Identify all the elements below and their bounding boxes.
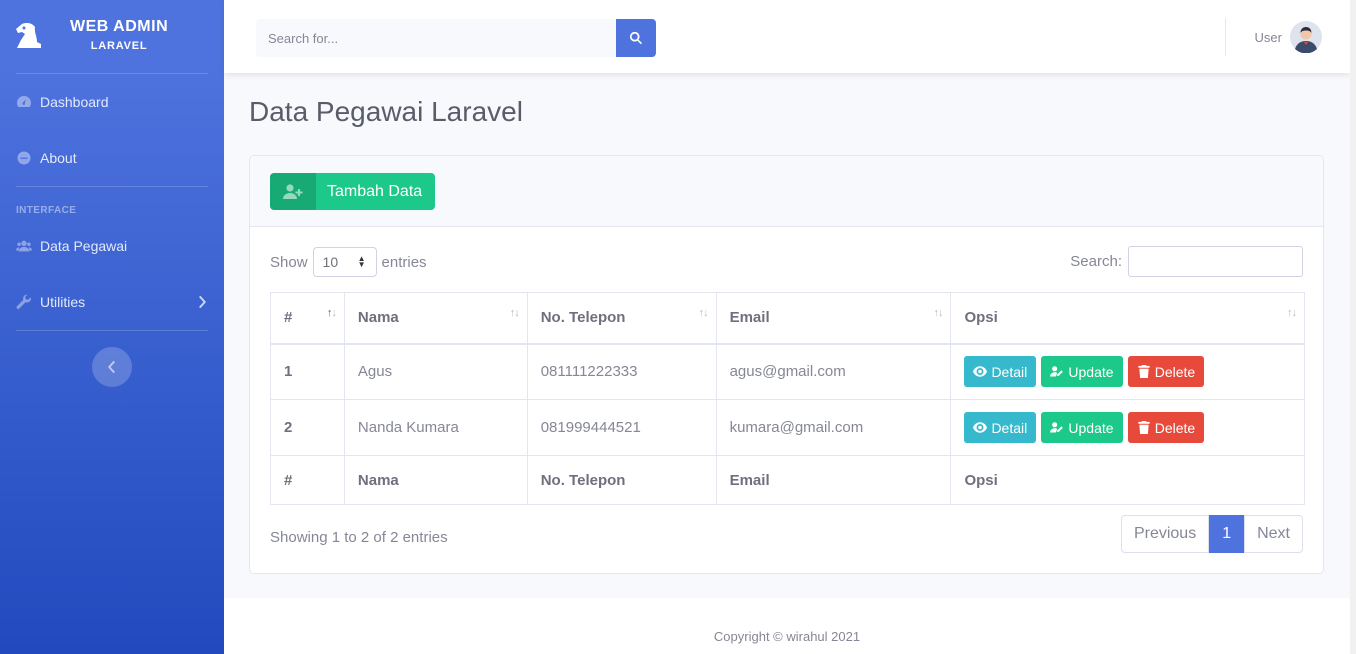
next-page-button[interactable]: Next — [1244, 515, 1303, 553]
cell-number: 1 — [270, 343, 345, 400]
sidebar-brand[interactable]: WEB ADMIN LARAVEL — [0, 0, 224, 70]
update-button[interactable]: Update — [1041, 356, 1123, 388]
page-title: Data Pegawai Laravel — [249, 96, 523, 127]
table-row: 2 Nanda Kumara 081999444521 kumara@gmail… — [270, 399, 1305, 456]
detail-button[interactable]: Detail — [964, 356, 1037, 388]
sidebar-item-label: Utilities — [40, 294, 86, 310]
length-control: Show 10 ▲ ▼ entries — [270, 247, 427, 277]
detail-button[interactable]: Detail — [964, 412, 1037, 443]
sidebar-item-utilities[interactable]: Utilities — [16, 294, 208, 310]
sidebar-divider — [16, 73, 208, 74]
column-header-nama[interactable]: Nama ↑↓ — [343, 292, 528, 345]
delete-button[interactable]: Delete — [1127, 412, 1205, 443]
delete-button[interactable]: Delete — [1127, 356, 1205, 388]
sort-icon: ↑↓ — [1287, 307, 1297, 319]
sidebar-toggle-button[interactable] — [92, 347, 132, 387]
column-header-email[interactable]: Email ↑↓ — [715, 292, 952, 345]
sidebar-item-label: Dashboard — [40, 94, 109, 110]
sidebar-heading: INTERFACE — [16, 205, 77, 216]
footer-header-opsi: Opsi — [950, 455, 1305, 505]
column-header-number[interactable]: # ↑↓ — [270, 292, 345, 345]
brand-title: WEB ADMIN — [70, 18, 169, 35]
add-data-label: Tambah Data — [327, 182, 423, 200]
column-header-opsi[interactable]: Opsi ↑↓ — [950, 292, 1305, 345]
table-header-row: # ↑↓ Nama ↑↓ No. Telepon ↑↓ Email ↑↓ Opsi ↑↓ — [270, 292, 1305, 345]
table-footer-row: # Nama No. Telepon Email Opsi — [270, 455, 1305, 505]
sidebar-divider — [16, 186, 208, 187]
table-search-input[interactable] — [1128, 246, 1303, 277]
search-button[interactable] — [616, 19, 656, 57]
pagination: Previous 1 Next — [1120, 515, 1303, 553]
eye-icon — [973, 422, 988, 433]
user-dropdown[interactable]: User — [1255, 21, 1322, 53]
entries-select-value: 10 — [322, 254, 339, 270]
footer-header-nama: Nama — [343, 455, 528, 505]
cell-email: agus@gmail.com — [715, 343, 952, 400]
window-scrollbar[interactable] — [1350, 0, 1356, 654]
user-edit-icon — [1050, 422, 1064, 433]
footer-header-telepon: No. Telepon — [526, 455, 717, 505]
user-plus-icon — [283, 183, 303, 199]
chevron-right-icon — [199, 296, 206, 308]
users-icon — [16, 240, 32, 252]
chevron-left-icon — [108, 361, 115, 373]
length-show-label: Show — [270, 253, 308, 271]
footer-header-email: Email — [715, 455, 952, 505]
sidebar: WEB ADMIN LARAVEL Dashboard About INTERF… — [0, 0, 224, 654]
footer: Copyright © wirahul 2021 — [224, 598, 1350, 654]
table-info: Showing 1 to 2 of 2 entries — [270, 529, 448, 546]
add-data-button[interactable]: Tambah Data — [270, 173, 436, 210]
avatar — [1290, 21, 1322, 53]
search-input[interactable] — [256, 19, 616, 57]
knight-chess-icon — [16, 23, 41, 48]
sort-icon: ↑↓ — [698, 307, 709, 319]
column-header-telepon[interactable]: No. Telepon ↑↓ — [526, 292, 717, 345]
sidebar-item-label: About — [40, 150, 77, 166]
sidebar-item-about[interactable]: About — [16, 150, 208, 166]
sidebar-item-label: Data Pegawai — [40, 238, 128, 254]
sidebar-divider — [16, 330, 208, 331]
sidebar-item-data-pegawai[interactable]: Data Pegawai — [16, 238, 208, 254]
card-header: Tambah Data — [250, 156, 1323, 227]
cell-telepon: 081111222333 — [526, 343, 717, 400]
eye-icon — [973, 366, 988, 377]
sort-icon: ↑↓ — [509, 307, 520, 319]
cell-nama: Agus — [343, 343, 528, 400]
filter-label: Search: — [1070, 253, 1122, 270]
topbar-divider — [1225, 18, 1226, 56]
update-button[interactable]: Update — [1041, 412, 1123, 443]
cell-number: 2 — [270, 399, 345, 456]
data-card: Tambah Data Show 10 ▲ ▼ entries Search: #… — [249, 155, 1324, 574]
user-edit-icon — [1050, 366, 1064, 377]
trash-icon — [1138, 421, 1150, 434]
length-entries-label: entries — [381, 253, 427, 271]
select-arrow-icon: ▲ ▼ — [357, 254, 366, 269]
entries-select[interactable]: 10 ▲ ▼ — [312, 247, 377, 277]
table-row: 1 Agus 081111222333 agus@gmail.com Detai… — [270, 343, 1305, 400]
table-filter: Search: — [1070, 246, 1303, 277]
data-table: # ↑↓ Nama ↑↓ No. Telepon ↑↓ Email ↑↓ Opsi ↑↓ … — [270, 292, 1305, 505]
cell-email: kumara@gmail.com — [715, 399, 952, 456]
cell-telepon: 081999444521 — [526, 399, 717, 456]
trash-icon — [1138, 365, 1150, 379]
cell-opsi: Detail Update Delete — [950, 399, 1305, 456]
previous-page-button[interactable]: Previous — [1120, 515, 1210, 553]
wrench-icon — [16, 294, 31, 309]
sidebar-item-dashboard[interactable]: Dashboard — [16, 94, 208, 110]
copyright-text: Copyright © wirahul 2021 — [713, 629, 861, 644]
user-name: User — [1254, 29, 1282, 45]
smile-icon — [17, 151, 31, 165]
cell-nama: Nanda Kumara — [343, 399, 528, 456]
brand-subtitle: LARAVEL — [90, 40, 148, 52]
sort-icon: ↑↓ — [326, 307, 337, 319]
topbar-search — [256, 19, 656, 57]
sort-icon: ↑↓ — [933, 307, 943, 319]
page-1-button[interactable]: 1 — [1209, 515, 1245, 553]
footer-header-number: # — [270, 455, 345, 505]
search-icon — [629, 31, 643, 45]
cell-opsi: Detail Update Delete — [950, 343, 1305, 400]
tachometer-icon — [17, 96, 31, 107]
topbar: User — [224, 0, 1350, 73]
